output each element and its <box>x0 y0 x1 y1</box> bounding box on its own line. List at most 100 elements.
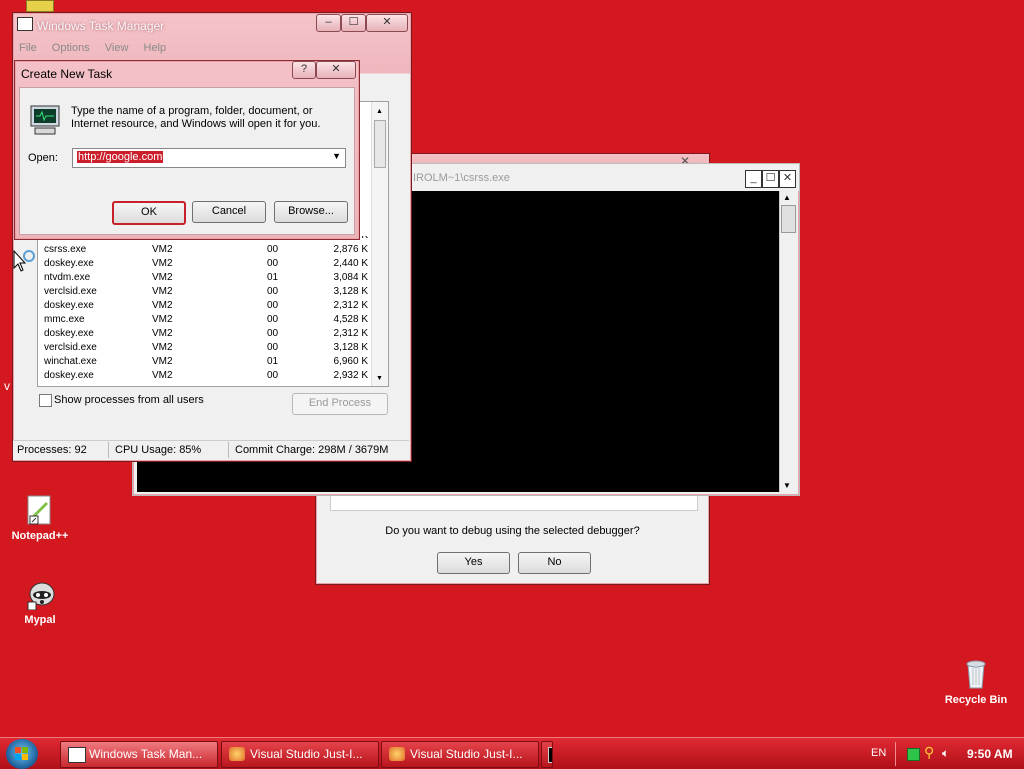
clock[interactable]: 9:50 AM <box>967 747 1013 761</box>
chevron-down-icon[interactable]: ▼ <box>332 151 341 161</box>
table-row[interactable]: doskey.exe VM2 00 2,440 K <box>38 258 368 272</box>
show-all-users-label: Show processes from all users <box>54 394 204 406</box>
process-mem: 2,932 K <box>333 370 368 381</box>
close-button[interactable]: ✕ <box>366 14 408 32</box>
close-button[interactable]: ✕ <box>316 61 356 79</box>
process-name: csrss.exe <box>44 244 87 255</box>
yes-button[interactable]: Yes <box>437 552 510 574</box>
language-indicator[interactable]: EN <box>871 747 886 759</box>
table-row[interactable]: mmc.exe VM2 00 4,528 K <box>38 314 368 328</box>
table-row[interactable]: csrss.exe VM2 00 2,876 K <box>38 244 368 258</box>
table-row[interactable]: ntvdm.exe VM2 01 3,084 K <box>38 272 368 286</box>
status-commit: Commit Charge: 298M / 3679M <box>235 444 389 456</box>
maximize-button[interactable]: ☐ <box>341 14 366 32</box>
minimize-button[interactable]: – <box>316 14 341 32</box>
open-input[interactable]: http://google.com <box>77 151 164 163</box>
debug-question: Do you want to debug using the selected … <box>385 525 640 537</box>
desktop-icon-recycle-bin[interactable]: Recycle Bin <box>936 658 1016 706</box>
process-user: VM2 <box>152 244 173 255</box>
mypal-icon <box>24 578 56 611</box>
process-mem: 2,312 K <box>333 300 368 311</box>
menu-bar: File Options View Help <box>19 42 166 54</box>
desktop-icon-notepadpp[interactable]: Notepad++ <box>0 494 80 542</box>
search-icon[interactable]: ⚲ <box>924 744 934 761</box>
dialog-description: Type the name of a program, folder, docu… <box>71 105 321 130</box>
process-cpu: 00 <box>267 244 279 255</box>
taskbar-item-label: Visual Studio Just-I... <box>250 747 363 761</box>
taskbar-item-label: Windows Task Man... <box>89 747 203 761</box>
table-row[interactable]: doskey.exe VM2 00 2,932 K <box>38 370 368 384</box>
visual-studio-icon <box>389 747 405 761</box>
desktop-icon-mypal[interactable]: Mypal <box>0 578 80 626</box>
help-button[interactable]: ? <box>292 61 316 79</box>
menu-view[interactable]: View <box>105 42 129 54</box>
process-user: VM2 <box>152 300 173 311</box>
process-list[interactable]: dngvqw.exeVM2002,616 Kcsrss.exeVM2002,87… <box>38 236 370 386</box>
create-new-task-dialog: Create New Task ? ✕ Type the name of a p… <box>14 60 360 240</box>
desktop-icon-label: Recycle Bin <box>944 694 1008 706</box>
console-title: IROLM~1\csrss.exe <box>413 172 510 184</box>
menu-file[interactable]: File <box>19 42 37 54</box>
start-button[interactable] <box>6 739 38 769</box>
process-name: doskey.exe <box>44 300 94 311</box>
desktop-icon-partial[interactable] <box>26 0 54 12</box>
table-row[interactable]: doskey.exe VM2 00 2,312 K <box>38 328 368 342</box>
process-user: VM2 <box>152 342 173 353</box>
process-list-scrollbar[interactable]: ▲ ▼ <box>371 102 388 386</box>
volume-icon[interactable]: 🔈︎ <box>942 746 949 761</box>
dialog-title: Create New Task <box>21 67 113 81</box>
console-scrollbar[interactable]: ▲ ▼ <box>779 191 796 492</box>
process-cpu: 00 <box>267 342 279 353</box>
process-mem: 3,084 K <box>333 272 368 283</box>
scroll-thumb[interactable] <box>374 120 386 168</box>
desktop-letter-fragment: v <box>4 379 10 393</box>
end-process-button[interactable]: End Process <box>292 393 388 415</box>
process-cpu: 01 <box>267 272 279 283</box>
windows-logo-icon <box>15 747 28 760</box>
process-name: verclsid.exe <box>44 342 97 353</box>
open-combobox[interactable]: http://google.com ▼ <box>72 148 346 168</box>
scroll-up-icon[interactable]: ▲ <box>783 193 791 202</box>
process-user: VM2 <box>152 286 173 297</box>
table-row[interactable]: winchat.exe VM2 01 6,960 K <box>38 356 368 370</box>
taskbar-item-console[interactable] <box>541 741 553 768</box>
show-all-users-checkbox[interactable] <box>39 394 52 407</box>
taskbar-item-visual-studio-jit-1[interactable]: Visual Studio Just-I... <box>221 741 379 768</box>
status-processes: Processes: 92 <box>17 444 87 456</box>
maximize-button[interactable]: ☐ <box>762 170 779 188</box>
process-cpu: 01 <box>267 356 279 367</box>
minimize-button[interactable]: _ <box>745 170 762 188</box>
process-mem: 2,440 K <box>333 258 368 269</box>
recycle-bin-icon <box>960 658 992 690</box>
window-title: Windows Task Manager <box>37 19 165 33</box>
scroll-up-icon[interactable]: ▲ <box>376 108 383 115</box>
table-row[interactable]: doskey.exe VM2 00 2,312 K <box>38 300 368 314</box>
scroll-thumb[interactable] <box>781 205 796 233</box>
open-label: Open: <box>28 152 58 164</box>
task-manager-icon <box>68 747 86 763</box>
process-name: doskey.exe <box>44 370 94 381</box>
process-name: winchat.exe <box>44 356 97 367</box>
scroll-down-icon[interactable]: ▼ <box>783 481 791 490</box>
process-name: doskey.exe <box>44 328 94 339</box>
taskbar-item-visual-studio-jit-2[interactable]: Visual Studio Just-I... <box>381 741 539 768</box>
run-computer-icon <box>28 104 62 141</box>
desktop-icon-label: Mypal <box>24 614 56 626</box>
table-row[interactable]: verclsid.exe VM2 00 3,128 K <box>38 286 368 300</box>
taskbar-item-task-manager[interactable]: Windows Task Man... <box>60 741 218 768</box>
menu-help[interactable]: Help <box>144 42 167 54</box>
close-button[interactable]: ✕ <box>779 170 796 188</box>
cancel-button[interactable]: Cancel <box>192 201 266 223</box>
scroll-down-icon[interactable]: ▼ <box>376 375 383 382</box>
status-cpu: CPU Usage: 85% <box>115 444 202 456</box>
process-user: VM2 <box>152 258 173 269</box>
process-cpu: 00 <box>267 370 279 381</box>
no-button[interactable]: No <box>518 552 591 574</box>
taskbar-item-label: Visual Studio Just-I... <box>410 747 523 761</box>
network-icon[interactable] <box>907 748 920 761</box>
table-row[interactable]: verclsid.exe VM2 00 3,128 K <box>38 342 368 356</box>
browse-button[interactable]: Browse... <box>274 201 348 223</box>
menu-options[interactable]: Options <box>52 42 90 54</box>
process-user: VM2 <box>152 356 173 367</box>
ok-button[interactable]: OK <box>112 201 186 225</box>
